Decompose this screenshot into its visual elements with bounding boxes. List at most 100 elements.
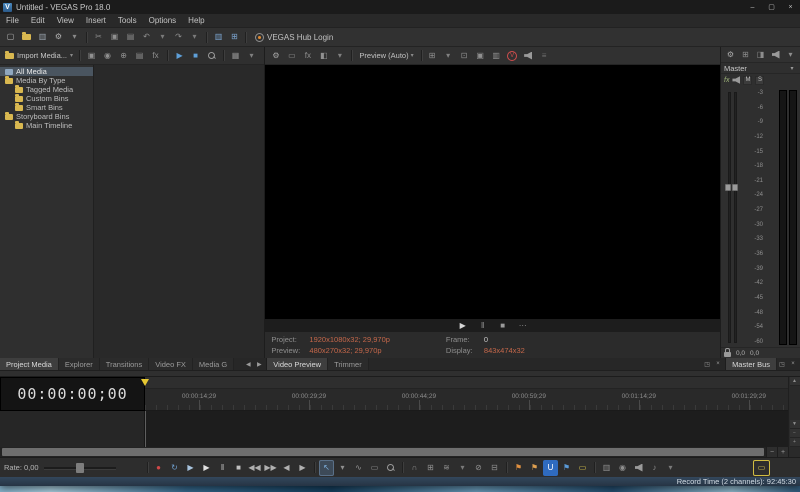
next-frame-button[interactable]: ▶ xyxy=(295,460,310,476)
grid-overlay-button[interactable]: ⊞ xyxy=(425,49,440,63)
get-media-from-web-button[interactable]: ⊕ xyxy=(116,49,131,63)
menu-tools[interactable]: Tools xyxy=(112,14,143,27)
rate-slider-thumb[interactable] xyxy=(76,463,84,473)
split-screen-view-button[interactable]: ◧ xyxy=(316,49,331,63)
import-media-button[interactable]: Import Media... ▾ xyxy=(2,51,76,60)
preview-play-button[interactable]: ▶ xyxy=(457,320,469,331)
speaker-icon[interactable] xyxy=(732,76,740,84)
scroll-down-button[interactable]: ▼ xyxy=(790,420,800,429)
tree-item-main-timeline[interactable]: Main Timeline xyxy=(0,121,93,130)
preview-more-button[interactable]: ≡ xyxy=(537,49,552,63)
u-marker-button[interactable]: U xyxy=(543,460,558,476)
tab-video-preview[interactable]: Video Preview xyxy=(267,358,328,370)
zoom-out-vertical-button[interactable]: − xyxy=(790,429,800,438)
media-fx-button[interactable]: fx xyxy=(148,49,163,63)
ignore-event-grouping-button[interactable]: ⊟ xyxy=(487,460,502,476)
tree-item-tagged-media[interactable]: Tagged Media xyxy=(0,85,93,94)
tab-explorer[interactable]: Explorer xyxy=(59,358,100,370)
preview-stop-button[interactable]: ■ xyxy=(497,320,509,331)
go-to-end-button[interactable]: ▶▶ xyxy=(263,460,278,476)
zoom-in-button[interactable]: + xyxy=(777,447,788,457)
start-preview-button[interactable]: ▶ xyxy=(172,49,187,63)
preview-quality-button[interactable]: Preview (Auto) ▾ xyxy=(355,51,417,60)
lock-icon[interactable] xyxy=(724,352,731,357)
menu-options[interactable]: Options xyxy=(143,14,183,27)
loop-region-button[interactable]: ▭ xyxy=(753,460,770,476)
downmix-output-button[interactable]: ◨ xyxy=(753,48,768,62)
tab-media-g[interactable]: Media G xyxy=(193,358,234,370)
insert-region-button[interactable]: ⚑ xyxy=(527,460,542,476)
extract-audio-from-cd-button[interactable]: ◉ xyxy=(100,49,115,63)
insert-assignable-fx-button[interactable]: ⊞ xyxy=(738,48,753,62)
capture-video-button[interactable]: ▣ xyxy=(84,49,99,63)
master-solo-button[interactable]: S xyxy=(755,76,764,85)
tree-item-smart-bins[interactable]: Smart Bins xyxy=(0,103,93,112)
close-panel-button[interactable]: × xyxy=(788,359,798,369)
media-properties-button[interactable]: ▤ xyxy=(132,49,147,63)
auto-ripple-caret-button[interactable]: ▾ xyxy=(455,460,470,476)
menu-edit[interactable]: Edit xyxy=(25,14,51,27)
undo-caret-button[interactable]: ▾ xyxy=(155,30,170,44)
tab-video-fx[interactable]: Video FX xyxy=(149,358,193,370)
dim-output-button[interactable] xyxy=(768,48,783,62)
undo-button[interactable]: ↶ xyxy=(139,30,154,44)
project-properties-button[interactable]: ⚙ xyxy=(51,30,66,44)
play-button[interactable]: ▶ xyxy=(199,460,214,476)
float-window-button[interactable]: ◳ xyxy=(702,359,712,369)
paste-button[interactable]: ▤ xyxy=(123,30,138,44)
tree-item-media-by-type[interactable]: Media By Type xyxy=(0,76,93,85)
zoom-out-button[interactable]: − xyxy=(766,447,777,457)
tab-scroll-left-button[interactable]: ◀ xyxy=(243,359,253,369)
envelope-edit-tool-button[interactable]: ∿ xyxy=(351,460,366,476)
rate-slider[interactable] xyxy=(44,463,116,473)
metronome-button[interactable]: ♪ xyxy=(647,460,662,476)
quantize-to-frames-button[interactable]: ⊞ xyxy=(423,460,438,476)
views-button[interactable]: ▦ xyxy=(228,49,243,63)
tree-item-custom-bins[interactable]: Custom Bins xyxy=(0,94,93,103)
menu-file[interactable]: File xyxy=(0,14,25,27)
tree-item-all-media[interactable]: All Media xyxy=(0,67,93,76)
lock-envelopes-button[interactable]: ⊘ xyxy=(471,460,486,476)
maximize-button[interactable]: ▢ xyxy=(762,0,781,14)
video-output-button[interactable]: V xyxy=(505,49,520,63)
media-list-area[interactable] xyxy=(94,65,264,358)
auto-ripple-button[interactable]: ≋ xyxy=(439,460,454,476)
redo-button[interactable]: ↷ xyxy=(171,30,186,44)
record-button[interactable]: ● xyxy=(151,460,166,476)
enable-snapping-button[interactable]: ∩ xyxy=(407,460,422,476)
insert-marker-button[interactable]: ⚑ xyxy=(511,460,526,476)
split-screen-caret-button[interactable]: ▾ xyxy=(332,49,347,63)
tab-trimmer[interactable]: Trimmer xyxy=(328,358,369,370)
previous-frame-button[interactable]: ◀ xyxy=(279,460,294,476)
minimize-button[interactable]: – xyxy=(743,0,762,14)
audio-options-caret-button[interactable]: ▾ xyxy=(663,460,678,476)
stop-button[interactable]: ■ xyxy=(231,460,246,476)
project-video-properties-button[interactable]: ⚙ xyxy=(268,49,283,63)
selection-edit-tool-button[interactable]: ▭ xyxy=(367,460,382,476)
timecode-display[interactable]: 00:00:00;00 xyxy=(0,377,145,411)
mixer-button[interactable]: ▥ xyxy=(599,460,614,476)
scroll-up-button[interactable]: ▲ xyxy=(790,377,800,386)
new-project-button[interactable]: ▢ xyxy=(3,30,18,44)
external-monitor-button[interactable]: ▭ xyxy=(284,49,299,63)
tab-transitions[interactable]: Transitions xyxy=(100,358,149,370)
menu-view[interactable]: View xyxy=(51,14,80,27)
time-ruler[interactable]: 00:00:14;2900:00:29;2900:00:44;2900:00:5… xyxy=(145,389,788,411)
menu-help[interactable]: Help xyxy=(182,14,210,27)
mute-preview-audio-button[interactable] xyxy=(521,49,536,63)
timeline-vertical-scrollbar[interactable]: ▲ ▼ − + xyxy=(788,377,800,447)
safe-areas-button[interactable]: ⊡ xyxy=(457,49,472,63)
copy-snapshot-button[interactable]: ▣ xyxy=(473,49,488,63)
volume-fader-handle[interactable] xyxy=(725,184,738,191)
tab-project-media[interactable]: Project Media xyxy=(0,358,59,370)
pause-button[interactable]: ‖ xyxy=(215,460,230,476)
project-properties-caret-button[interactable]: ▾ xyxy=(67,30,82,44)
master-fx-button[interactable]: fx xyxy=(724,77,729,84)
float-window-button[interactable]: ◳ xyxy=(777,359,787,369)
master-more-button[interactable]: ▾ xyxy=(783,48,798,62)
go-to-start-button[interactable]: ◀◀ xyxy=(247,460,262,476)
play-from-start-button[interactable]: ▶ xyxy=(183,460,198,476)
cut-button[interactable]: ✂ xyxy=(91,30,106,44)
close-panel-button[interactable]: × xyxy=(713,359,723,369)
video-preview-fx-button[interactable]: fx xyxy=(300,49,315,63)
